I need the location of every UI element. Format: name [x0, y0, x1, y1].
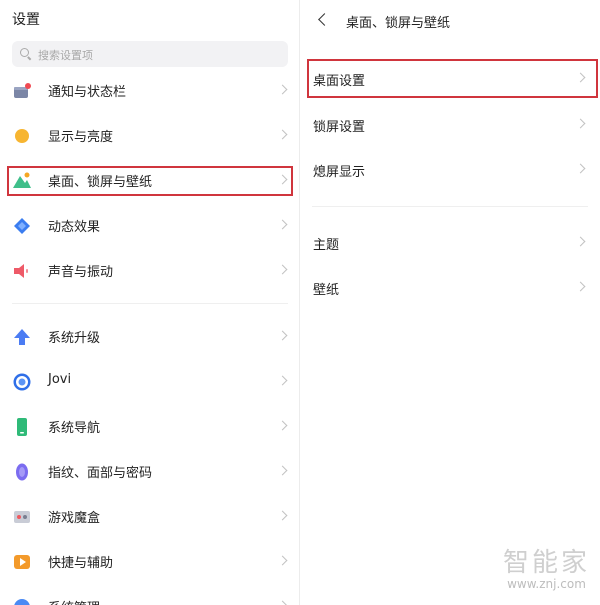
system-management-icon [14, 599, 30, 605]
item-label: 熄屏显示 [313, 165, 366, 180]
settings-item-navigation[interactable]: 系统导航 [0, 407, 296, 445]
wallpaper-settings-panel: 桌面、锁屏与壁纸 桌面设置 锁屏设置 熄屏显示 主题 壁纸 智能家 www.zn… [300, 0, 600, 605]
settings-item-label: 系统导航 [48, 421, 101, 436]
chevron-right-icon [277, 375, 288, 386]
chevron-right-icon [277, 420, 288, 431]
settings-item-label: 通知与状态栏 [48, 85, 127, 100]
search-placeholder: 搜索设置项 [38, 49, 93, 62]
chevron-right-icon [575, 281, 586, 292]
back-arrow-icon[interactable] [318, 13, 331, 26]
settings-item-label: 快捷与辅助 [48, 556, 114, 571]
settings-item-shortcut[interactable]: 快捷与辅助 [0, 542, 296, 580]
chevron-right-icon [575, 163, 586, 174]
chevron-right-icon [277, 465, 288, 476]
chevron-right-icon [575, 236, 586, 247]
chevron-right-icon [277, 219, 288, 230]
divider [312, 206, 588, 207]
item-label: 壁纸 [313, 283, 340, 298]
screen-off-display-item[interactable]: 熄屏显示 [300, 150, 600, 188]
notification-icon [14, 83, 31, 98]
chevron-right-icon [277, 510, 288, 521]
divider [12, 303, 288, 304]
item-label: 主题 [313, 238, 340, 253]
settings-item-label: 游戏魔盒 [48, 511, 101, 526]
watermark: 智能家 www.znj.com [503, 542, 590, 591]
settings-item-display[interactable]: 显示与亮度 [0, 116, 296, 154]
settings-item-jovi[interactable]: Jovi [0, 362, 296, 400]
dynamic-effects-icon [14, 218, 30, 234]
settings-item-fingerprint[interactable]: 指纹、面部与密码 [0, 452, 296, 490]
highlight-box [307, 59, 598, 98]
settings-item-system-update[interactable]: 系统升级 [0, 317, 296, 355]
brightness-icon [15, 129, 29, 143]
system-update-icon [14, 329, 30, 345]
settings-item-system-management[interactable]: 系统管理 [0, 587, 296, 605]
highlight-box [7, 166, 293, 196]
sound-icon [14, 264, 28, 278]
settings-item-label: 指纹、面部与密码 [48, 466, 153, 481]
lock-screen-settings-item[interactable]: 锁屏设置 [300, 105, 600, 143]
settings-item-label: 系统管理 [48, 597, 100, 605]
chevron-right-icon [575, 118, 586, 129]
watermark-url: www.znj.com [507, 577, 586, 591]
chevron-right-icon [277, 330, 288, 341]
settings-item-label: Jovi [48, 372, 72, 387]
chevron-right-icon [277, 84, 288, 95]
settings-item-label: 动态效果 [48, 220, 101, 235]
jovi-icon [13, 373, 31, 391]
wallpaper-item[interactable]: 壁纸 [300, 268, 600, 306]
game-box-icon [14, 511, 30, 523]
settings-item-label: 声音与振动 [48, 265, 114, 280]
navigation-icon [17, 418, 27, 436]
settings-item-dynamic-effects[interactable]: 动态效果 [0, 206, 296, 244]
chevron-right-icon [277, 555, 288, 566]
settings-item-label: 显示与亮度 [48, 130, 114, 145]
watermark-text: 智能家 [502, 548, 590, 578]
chevron-right-icon [277, 600, 288, 605]
search-input[interactable]: 搜索设置项 [12, 41, 288, 67]
settings-item-notifications[interactable]: 通知与状态栏 [0, 71, 296, 109]
search-icon [20, 48, 29, 57]
shortcut-icon [14, 555, 30, 569]
chevron-right-icon [277, 264, 288, 275]
chevron-right-icon [277, 129, 288, 140]
item-label: 锁屏设置 [313, 120, 366, 135]
theme-item[interactable]: 主题 [300, 223, 600, 261]
settings-item-game-box[interactable]: 游戏魔盒 [0, 497, 296, 535]
settings-panel: 设置 搜索设置项 通知与状态栏 显示与亮度 桌面、锁屏与壁纸 动态效果 声音与振… [0, 0, 300, 605]
settings-item-label: 系统升级 [48, 331, 101, 346]
page-title: 桌面、锁屏与壁纸 [346, 16, 451, 31]
page-title: 设置 [12, 12, 40, 28]
fingerprint-icon [16, 463, 28, 481]
settings-item-sound[interactable]: 声音与振动 [0, 251, 296, 289]
